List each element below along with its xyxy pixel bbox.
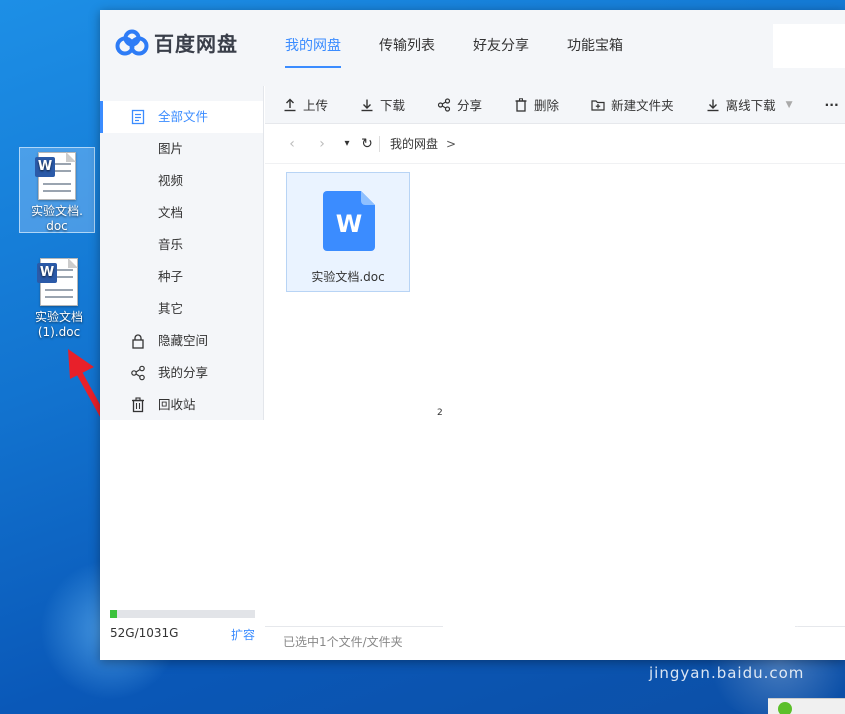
sidebar-item-my-shares[interactable]: 我的分享	[100, 357, 263, 389]
sidebar-item-recycle-bin[interactable]: 回收站	[100, 389, 263, 421]
file-toolbar: 上传 下载 分享 删除 新建文件夹 离线下载 ▼ ···	[265, 86, 845, 124]
sidebar-item-label: 种子	[158, 269, 184, 284]
sidebar-item-label: 其它	[158, 301, 184, 316]
tray-app-icon[interactable]	[778, 702, 792, 714]
divider	[379, 135, 380, 152]
delete-button[interactable]: 删除	[514, 95, 559, 114]
new-folder-icon	[591, 99, 605, 111]
sidebar-item-label: 图片	[158, 141, 184, 156]
sidebar-item-all-files[interactable]: 全部文件	[100, 101, 263, 133]
trash-icon	[132, 397, 144, 413]
new-folder-button[interactable]: 新建文件夹	[591, 95, 674, 114]
word-doc-icon: W	[35, 152, 76, 200]
baidu-netdisk-window: 百度网盘 我的网盘 传输列表 好友分享 功能宝箱 全部文件 图片 视频 文档 音…	[100, 10, 845, 660]
expand-storage-link[interactable]: 扩容	[231, 626, 255, 643]
sidebar-item-documents[interactable]: 文档	[100, 197, 263, 229]
cloud-logo-icon	[115, 29, 149, 55]
sidebar: 全部文件 图片 视频 文档 音乐 种子 其它 隐藏空间 我的分享 回收站 52G…	[100, 86, 264, 660]
file-list-icon	[131, 109, 145, 125]
sidebar-item-label: 回收站	[158, 397, 196, 412]
stray-text: 2	[437, 408, 443, 418]
desktop-file-label: 实验文档.	[31, 204, 83, 218]
tab-friend-share[interactable]: 好友分享	[473, 10, 529, 86]
sidebar-footer: 52G/1031G 扩容	[100, 420, 264, 660]
sidebar-item-torrents[interactable]: 种子	[100, 261, 263, 293]
desktop-file-icon[interactable]: W 实验文档 (1).doc	[21, 254, 97, 340]
storage-quota-bar	[110, 610, 255, 618]
sidebar-item-music[interactable]: 音乐	[100, 229, 263, 261]
upload-button[interactable]: 上传	[283, 95, 328, 114]
sidebar-item-label: 文档	[158, 205, 184, 220]
download-button[interactable]: 下载	[360, 95, 405, 114]
watermark-url: jingyan.baidu.com	[649, 664, 805, 682]
sidebar-item-videos[interactable]: 视频	[100, 165, 263, 197]
forward-button[interactable]: ›	[311, 136, 333, 152]
share-icon	[437, 97, 451, 112]
file-grid: W 实验文档.doc 2	[265, 164, 845, 626]
more-button[interactable]: ···	[825, 97, 839, 112]
tab-my-netdisk[interactable]: 我的网盘	[285, 10, 341, 86]
app-title: 百度网盘	[154, 32, 238, 56]
word-doc-icon: W	[37, 258, 78, 306]
desktop-file-label: doc	[46, 219, 68, 233]
trash-icon	[515, 97, 527, 112]
refresh-icon[interactable]: ↻	[359, 136, 375, 152]
sidebar-item-label: 隐藏空间	[158, 333, 209, 348]
desktop-file-label: (1).doc	[37, 325, 81, 339]
chevron-down-icon: ▼	[785, 99, 793, 110]
storage-quota-text: 52G/1031G	[110, 626, 179, 640]
share-button[interactable]: 分享	[437, 95, 482, 114]
top-right-panel[interactable]	[773, 24, 845, 68]
breadcrumb-separator: >	[446, 136, 457, 151]
download-icon	[361, 99, 373, 111]
tab-toolbox[interactable]: 功能宝箱	[567, 10, 623, 86]
app-logo: 百度网盘	[114, 28, 238, 57]
file-name: 实验文档.doc	[311, 270, 385, 284]
sidebar-item-images[interactable]: 图片	[100, 133, 263, 165]
desktop-file-icon[interactable]: W 实验文档. doc	[19, 147, 95, 233]
baidu-jingyan-watermark: Baidu经验 jingyan.baidu.com	[645, 618, 845, 698]
lock-icon	[132, 334, 144, 349]
breadcrumb-bar: ‹ › ▾ ↻ 我的网盘 >	[265, 124, 845, 164]
main-nav: 我的网盘 传输列表 好友分享 功能宝箱	[285, 10, 661, 86]
sidebar-item-label: 我的分享	[158, 365, 209, 380]
file-item[interactable]: W 实验文档.doc	[286, 172, 410, 292]
offline-download-icon	[707, 99, 719, 111]
sidebar-item-label: 视频	[158, 173, 184, 188]
selection-status: 已选中1个文件/文件夹	[283, 635, 403, 649]
upload-icon	[284, 98, 296, 111]
breadcrumb-my-netdisk[interactable]: 我的网盘	[390, 135, 438, 152]
sidebar-item-label: 音乐	[158, 237, 184, 252]
back-button[interactable]: ‹	[281, 136, 303, 152]
sidebar-item-other[interactable]: 其它	[100, 293, 263, 325]
top-bar: 百度网盘 我的网盘 传输列表 好友分享 功能宝箱	[100, 10, 845, 86]
watermark-main: Baidu经验	[645, 626, 809, 661]
storage-quota-fill	[110, 610, 118, 618]
sidebar-item-label: 全部文件	[158, 109, 209, 124]
svg-text:W: W	[336, 210, 362, 238]
desktop-file-label: 实验文档	[34, 310, 83, 324]
history-dropdown-icon[interactable]: ▾	[341, 138, 353, 149]
share-icon	[131, 365, 145, 381]
offline-download-button[interactable]: 离线下载 ▼	[706, 95, 793, 114]
sidebar-item-hidden-space[interactable]: 隐藏空间	[100, 325, 263, 357]
tab-transfer-list[interactable]: 传输列表	[379, 10, 435, 86]
word-file-icon: W	[323, 191, 375, 251]
taskbar-tray	[768, 698, 845, 714]
